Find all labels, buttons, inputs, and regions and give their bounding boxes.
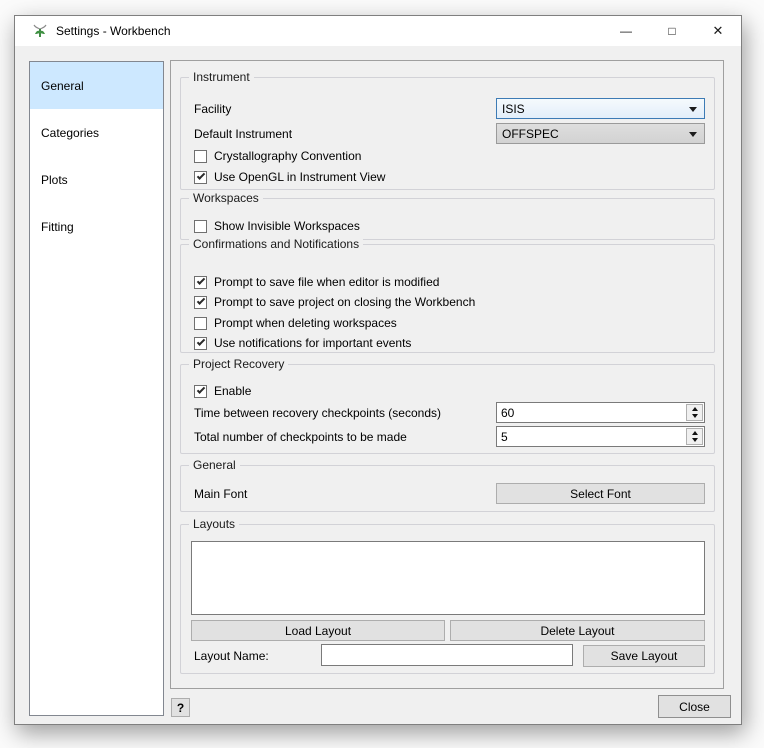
checkbox-use-notifications[interactable]: Use notifications for important events <box>194 335 411 351</box>
spin-up-icon[interactable] <box>692 431 698 435</box>
spin-down-icon[interactable] <box>692 414 698 418</box>
desktop-background: Settings - Workbench — □ ✕ General Categ… <box>0 0 764 748</box>
checkbox-icon[interactable] <box>194 150 207 163</box>
confirmations-group: Confirmations and Notifications Prompt t… <box>180 244 715 353</box>
load-layout-button[interactable]: Load Layout <box>191 620 445 641</box>
checkbox-prompt-deleting-workspaces[interactable]: Prompt when deleting workspaces <box>194 315 397 331</box>
checkbox-label: Show Invisible Workspaces <box>214 219 360 233</box>
minimize-button[interactable]: — <box>603 16 649 46</box>
checkbox-label: Use OpenGL in Instrument View <box>214 170 385 184</box>
titlebar[interactable]: Settings - Workbench — □ ✕ <box>15 16 741 46</box>
checkbox-icon[interactable] <box>194 296 207 309</box>
maximize-button[interactable]: □ <box>649 16 695 46</box>
checkbox-label: Prompt to save project on closing the Wo… <box>214 295 475 309</box>
time-between-checkpoints-spinner[interactable] <box>496 402 705 423</box>
select-font-button[interactable]: Select Font <box>496 483 705 504</box>
facility-value: ISIS <box>502 102 525 116</box>
sidebar-item-label: Categories <box>41 126 99 140</box>
close-dialog-button[interactable]: Close <box>658 695 731 718</box>
checkbox-icon[interactable] <box>194 171 207 184</box>
total-checkpoints-spinner[interactable] <box>496 426 705 447</box>
layouts-group: Layouts Load Layout Delete Layout Layout… <box>180 524 715 674</box>
facility-select[interactable]: ISIS <box>496 98 705 119</box>
settings-dialog-window: Settings - Workbench — □ ✕ General Categ… <box>14 15 742 725</box>
help-button[interactable]: ? <box>171 698 190 717</box>
layout-name-label: Layout Name: <box>194 649 269 663</box>
checkbox-use-opengl[interactable]: Use OpenGL in Instrument View <box>194 169 385 185</box>
dropdown-arrow-icon <box>689 107 697 112</box>
sidebar-item-categories[interactable]: Categories <box>30 109 163 156</box>
layouts-list[interactable] <box>191 541 705 615</box>
time-between-checkpoints-label: Time between recovery checkpoints (secon… <box>194 406 441 420</box>
settings-category-list: General Categories Plots Fitting <box>29 61 164 716</box>
checkbox-crystallography-convention[interactable]: Crystallography Convention <box>194 148 361 164</box>
checkbox-icon[interactable] <box>194 385 207 398</box>
delete-layout-button[interactable]: Delete Layout <box>450 620 705 641</box>
checkbox-prompt-save-project[interactable]: Prompt to save project on closing the Wo… <box>194 294 475 310</box>
total-checkpoints-input[interactable] <box>496 426 705 447</box>
checkbox-enable-recovery[interactable]: Enable <box>194 383 251 399</box>
group-title: Instrument <box>189 70 254 84</box>
sidebar-item-label: Fitting <box>41 220 74 234</box>
sidebar-item-label: Plots <box>41 173 68 187</box>
save-layout-button[interactable]: Save Layout <box>583 645 705 667</box>
general-group: General Main Font Select Font <box>180 465 715 512</box>
default-instrument-value: OFFSPEC <box>502 127 559 141</box>
mantid-logo-icon <box>32 23 48 39</box>
default-instrument-label: Default Instrument <box>194 127 292 141</box>
group-title: Confirmations and Notifications <box>189 237 363 251</box>
facility-label: Facility <box>194 102 231 116</box>
sidebar-item-plots[interactable]: Plots <box>30 156 163 203</box>
sidebar-item-label: General <box>41 79 84 93</box>
main-font-label: Main Font <box>194 487 247 501</box>
checkbox-label: Enable <box>214 384 251 398</box>
general-settings-panel: Instrument Facility ISIS Default Instrum… <box>170 60 724 689</box>
group-title: Project Recovery <box>189 357 288 371</box>
checkbox-prompt-save-file[interactable]: Prompt to save file when editor is modif… <box>194 274 439 290</box>
checkbox-label: Prompt to save file when editor is modif… <box>214 275 439 289</box>
sidebar-item-general[interactable]: General <box>30 62 163 109</box>
total-checkpoints-label: Total number of checkpoints to be made <box>194 430 407 444</box>
checkbox-icon[interactable] <box>194 276 207 289</box>
sidebar-item-fitting[interactable]: Fitting <box>30 203 163 250</box>
instrument-group: Instrument Facility ISIS Default Instrum… <box>180 77 715 190</box>
project-recovery-group: Project Recovery Enable Time between rec… <box>180 364 715 454</box>
time-between-checkpoints-input[interactable] <box>496 402 705 423</box>
default-instrument-select[interactable]: OFFSPEC <box>496 123 705 144</box>
checkbox-label: Use notifications for important events <box>214 336 411 350</box>
close-window-button[interactable]: ✕ <box>695 16 741 46</box>
checkbox-icon[interactable] <box>194 317 207 330</box>
spin-up-icon[interactable] <box>692 407 698 411</box>
checkbox-label: Crystallography Convention <box>214 149 361 163</box>
group-title: Workspaces <box>189 191 263 205</box>
spinner-buttons[interactable] <box>686 404 703 421</box>
spin-down-icon[interactable] <box>692 438 698 442</box>
window-title: Settings - Workbench <box>56 24 171 38</box>
checkbox-label: Prompt when deleting workspaces <box>214 316 397 330</box>
checkbox-show-invisible-workspaces[interactable]: Show Invisible Workspaces <box>194 218 360 234</box>
layout-name-input[interactable] <box>321 644 573 666</box>
group-title: Layouts <box>189 517 239 531</box>
dropdown-arrow-icon <box>689 132 697 137</box>
group-title: General <box>189 458 240 472</box>
checkbox-icon[interactable] <box>194 220 207 233</box>
checkbox-icon[interactable] <box>194 337 207 350</box>
spinner-buttons[interactable] <box>686 428 703 445</box>
workspaces-group: Workspaces Show Invisible Workspaces <box>180 198 715 240</box>
